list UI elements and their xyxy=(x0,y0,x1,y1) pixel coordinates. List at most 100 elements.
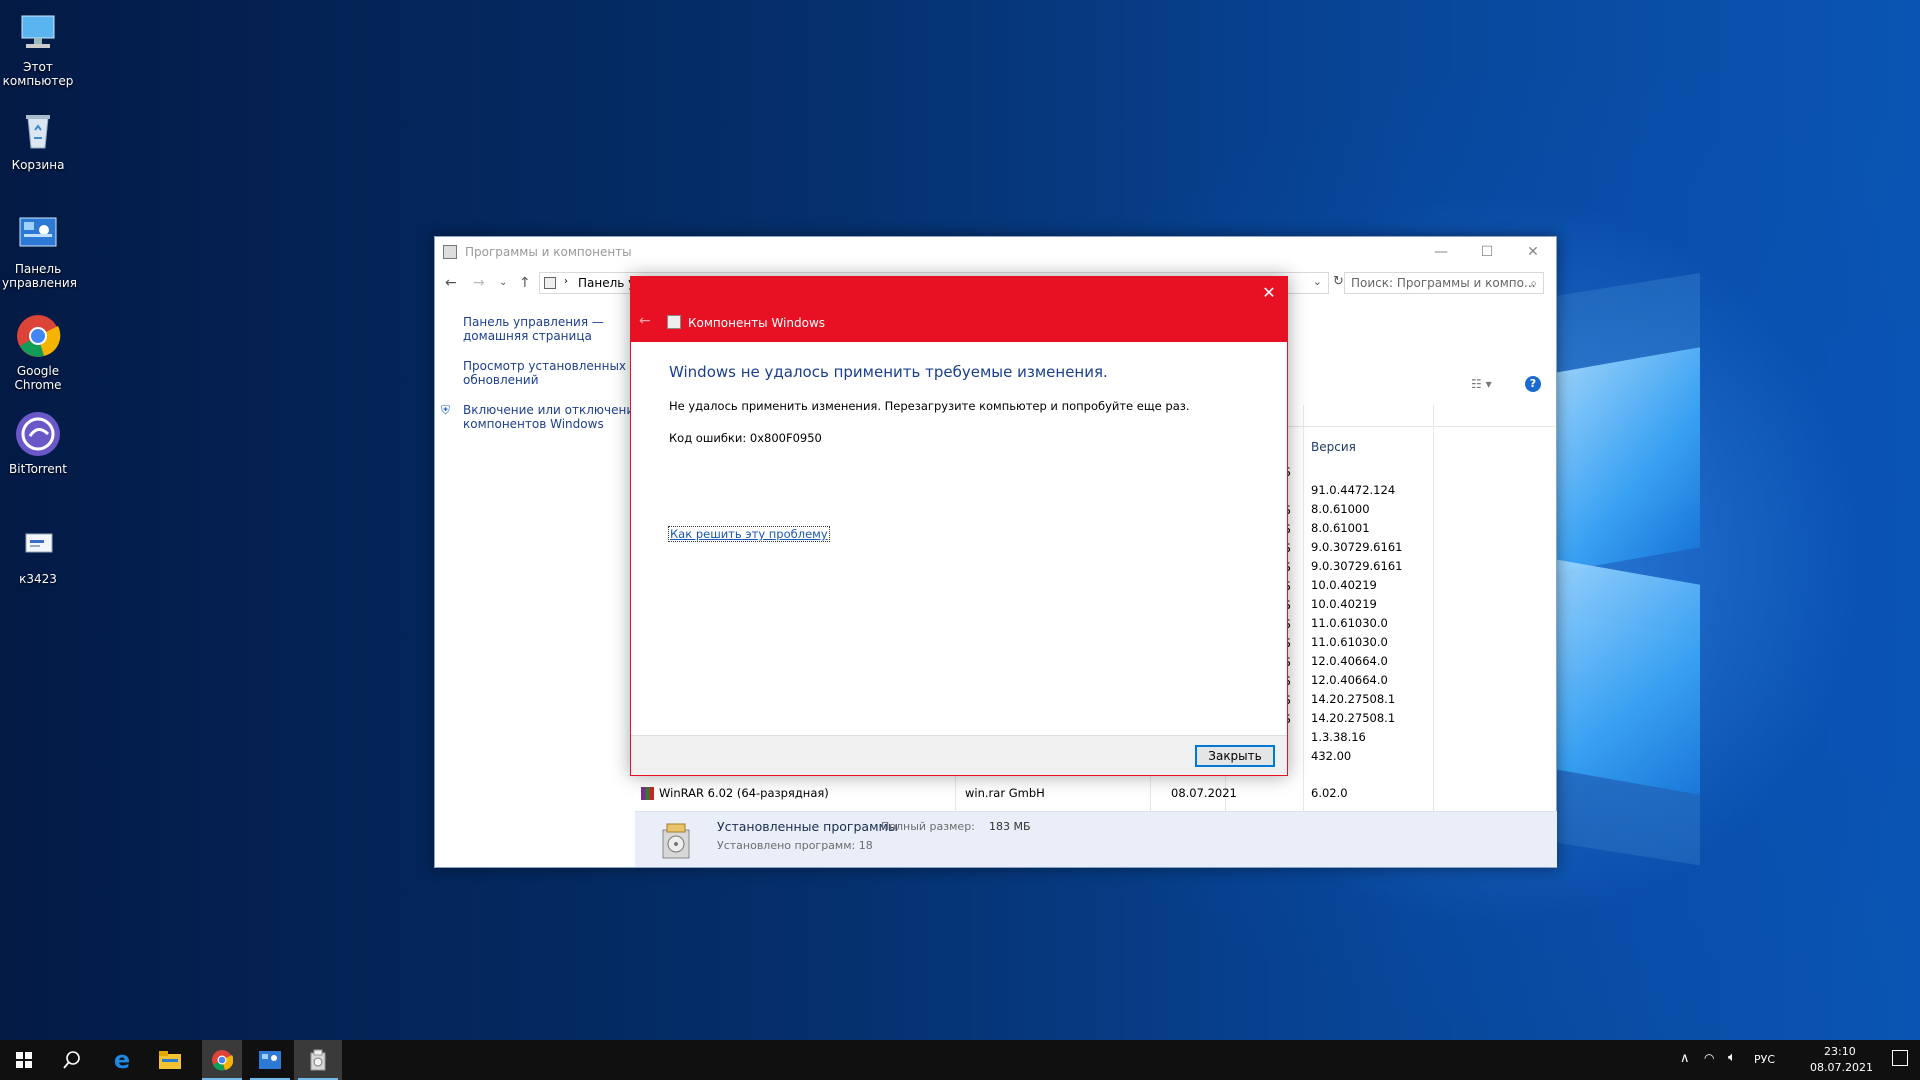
close-window-button[interactable]: ✕ xyxy=(1510,237,1556,267)
dialog-title: Компоненты Windows xyxy=(688,316,826,330)
desktop-icon-control-panel[interactable]: Панель управления xyxy=(2,210,77,290)
search-icon xyxy=(63,1051,80,1069)
view-options-icon[interactable]: ☷ ▾ xyxy=(1471,377,1492,391)
windows-logo-icon xyxy=(16,1052,32,1068)
version-cell: 8.0.61000 xyxy=(1311,502,1370,516)
taskbar-explorer[interactable] xyxy=(146,1040,194,1080)
error-code: Код ошибки: 0x800F0950 xyxy=(669,431,822,445)
row-name: WinRAR 6.02 (64-разрядная) xyxy=(659,786,829,800)
control-panel-icon xyxy=(259,1051,281,1069)
edge-icon: e xyxy=(113,1046,131,1074)
left-navigation: Панель управления — домашняя страница Пр… xyxy=(441,315,643,447)
window-titlebar[interactable]: Программы и компоненты — ☐ ✕ xyxy=(435,237,1556,267)
desktop-icon-this-pc[interactable]: Этот компьютер xyxy=(2,8,74,88)
nav-home[interactable]: Панель управления — домашняя страница xyxy=(463,315,643,343)
back-arrow-icon: ← xyxy=(639,313,651,329)
back-arrow-icon[interactable]: ← xyxy=(445,275,457,291)
desktop-icon-recycle-bin[interactable]: Корзина xyxy=(2,106,74,172)
version-cell: 12.0.40664.0 xyxy=(1311,673,1388,687)
status-size-value: 183 МБ xyxy=(989,820,1031,833)
winrar-icon xyxy=(641,787,654,800)
start-button[interactable] xyxy=(0,1040,48,1080)
window-title: Программы и компоненты xyxy=(465,245,632,259)
version-cell: 8.0.61001 xyxy=(1311,521,1370,535)
row-date: 08.07.2021 xyxy=(1171,786,1237,800)
file-icon xyxy=(14,520,62,568)
control-panel-icon xyxy=(14,210,62,258)
row-publisher: win.rar GmbH xyxy=(965,786,1045,800)
installer-icon xyxy=(659,820,693,860)
version-cell: 91.0.4472.124 xyxy=(1311,483,1396,497)
column-header-version[interactable]: Версия xyxy=(1311,440,1356,454)
clock-date[interactable]: 08.07.2021 xyxy=(1810,1061,1873,1074)
language-indicator[interactable]: РУС xyxy=(1754,1053,1775,1066)
search-icon: ⌕ xyxy=(1530,276,1537,290)
version-cell: 11.0.61030.0 xyxy=(1311,635,1388,649)
system-tray: ∧ ◠ 🔈︎ РУС 23:10 08.07.2021 xyxy=(1670,1040,1920,1080)
version-cell: 9.0.30729.6161 xyxy=(1311,559,1403,573)
table-row[interactable]: WinRAR 6.02 (64-разрядная) win.rar GmbH … xyxy=(641,783,1551,803)
version-cell: 432.00 xyxy=(1311,749,1352,763)
windows-features-dialog: ✕ ← Компоненты Windows Windows не удалос… xyxy=(630,276,1288,776)
dialog-footer: Закрыть xyxy=(631,735,1287,775)
version-cell: 11.0.61030.0 xyxy=(1311,616,1388,630)
chevron-down-icon[interactable]: ⌄ xyxy=(499,277,507,288)
refresh-icon[interactable]: ↻ xyxy=(1333,274,1344,289)
wallpaper-pane xyxy=(1555,347,1700,573)
dialog-body: Windows не удалось применить требуемые и… xyxy=(669,363,1267,463)
volume-icon[interactable]: 🔈︎ xyxy=(1728,1050,1736,1065)
help-icon[interactable]: ? xyxy=(1525,376,1541,392)
version-cell: 12.0.40664.0 xyxy=(1311,654,1388,668)
taskbar-edge[interactable]: e xyxy=(98,1040,146,1080)
minimize-button[interactable]: — xyxy=(1418,237,1464,267)
dialog-header[interactable]: ✕ ← Компоненты Windows xyxy=(631,277,1287,342)
version-column: 91.0.4472.124 8.0.61000 8.0.61001 9.0.30729… xyxy=(1311,481,1402,766)
address-dropdown-icon[interactable]: ⌄ xyxy=(1313,275,1322,288)
close-button[interactable]: Закрыть xyxy=(1195,745,1275,767)
recycle-bin-icon xyxy=(14,106,62,154)
clock-time[interactable]: 23:10 xyxy=(1824,1045,1856,1058)
wallpaper-pane xyxy=(1555,559,1700,795)
nav-installed-updates[interactable]: Просмотр установленных обновлений xyxy=(463,359,643,387)
forward-arrow-icon[interactable]: → xyxy=(473,275,485,291)
desktop-icon-bittorrent[interactable]: BitTorrent xyxy=(2,410,74,476)
notification-icon[interactable] xyxy=(1892,1050,1908,1066)
breadcrumb-separator-icon: › xyxy=(564,276,568,287)
desktop-icon-k3423[interactable]: к3423 xyxy=(2,520,74,586)
search-input[interactable]: Поиск: Программы и компо... ⌕ xyxy=(1344,272,1544,294)
status-size-label: Полный размер: xyxy=(881,820,975,833)
network-icon[interactable]: ◠ xyxy=(1704,1051,1714,1065)
status-title: Установленные программы xyxy=(717,819,898,834)
shield-icon: ⛨ xyxy=(441,403,451,417)
desktop-icon-google-chrome[interactable]: Google Chrome xyxy=(2,312,74,392)
windows-features-icon xyxy=(667,315,681,329)
taskbar-control-panel[interactable] xyxy=(246,1040,294,1080)
folder-icon xyxy=(159,1051,181,1069)
breadcrumb[interactable]: Панель у xyxy=(578,276,635,290)
row-version: 6.02.0 xyxy=(1311,786,1348,800)
up-arrow-icon[interactable]: ↑ xyxy=(519,275,531,291)
taskbar: e ∧ ◠ 🔈︎ РУС 23:10 08.07.2021 xyxy=(0,1040,1920,1080)
chevron-up-icon[interactable]: ∧ xyxy=(1680,1051,1690,1066)
nav-windows-features[interactable]: ⛨ Включение или отключение компонентов W… xyxy=(441,403,643,431)
search-button[interactable] xyxy=(48,1040,96,1080)
programs-icon xyxy=(310,1049,326,1071)
version-cell: 14.20.27508.1 xyxy=(1311,692,1396,706)
column-divider xyxy=(1303,405,1304,835)
version-cell: 10.0.40219 xyxy=(1311,597,1377,611)
taskbar-chrome[interactable] xyxy=(202,1040,242,1080)
version-cell: 10.0.40219 xyxy=(1311,578,1377,592)
help-link[interactable]: Как решить эту проблему xyxy=(668,526,830,542)
dialog-heading: Windows не удалось применить требуемые и… xyxy=(669,363,1108,381)
dialog-message: Не удалось применить изменения. Перезагр… xyxy=(669,399,1190,413)
close-icon[interactable]: ✕ xyxy=(1259,283,1279,302)
programs-icon xyxy=(443,245,457,259)
taskbar-programs[interactable] xyxy=(294,1040,342,1080)
maximize-button[interactable]: ☐ xyxy=(1464,237,1510,267)
bittorrent-icon xyxy=(14,410,62,458)
computer-icon xyxy=(14,8,62,56)
chrome-icon xyxy=(14,312,62,360)
version-cell: 9.0.30729.6161 xyxy=(1311,540,1403,554)
chrome-icon xyxy=(212,1050,233,1071)
version-cell: 14.20.27508.1 xyxy=(1311,711,1396,725)
